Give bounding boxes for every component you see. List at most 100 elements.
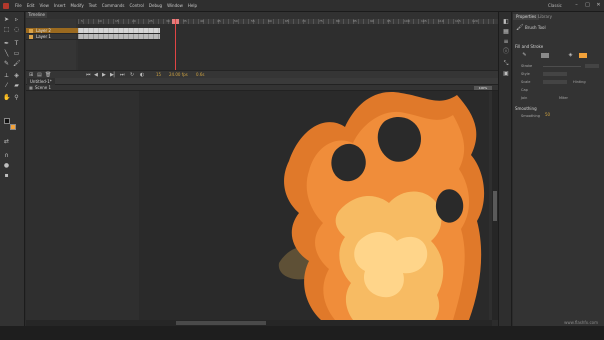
style-label: Style (521, 72, 530, 76)
workspace-switcher[interactable]: Classic (548, 3, 562, 8)
fill-stroke-section[interactable]: Fill and Stroke (515, 44, 543, 49)
playhead-line (175, 19, 176, 77)
swap-colors-icon[interactable]: ⇄ (3, 138, 10, 145)
minimize-icon[interactable]: – (574, 2, 579, 8)
stroke-color-chip[interactable] (541, 53, 549, 58)
horizontal-scrollbar-thumb[interactable] (176, 321, 266, 325)
panel-icon-strip: ◧ ▦ ≡ ⓘ ⤡ ▣ (498, 12, 512, 326)
info-panel-icon[interactable]: ⓘ (502, 48, 510, 55)
menu-modify[interactable]: Modify (70, 3, 83, 9)
menu-edit[interactable]: Edit (27, 3, 35, 9)
ruler-number: 85 (353, 19, 357, 23)
ruler-number: 65 (285, 19, 289, 23)
ruler-number: 105 (421, 19, 427, 23)
vertical-scrollbar-thumb[interactable] (493, 191, 497, 221)
paint-bucket-icon[interactable]: ◈ (13, 72, 20, 79)
lasso-icon[interactable]: ◌ (13, 26, 20, 33)
menu-commands[interactable]: Commands (102, 3, 125, 9)
pen-tool-icon[interactable]: ✒ (3, 40, 10, 47)
smoothing-label: Smoothing (521, 114, 540, 118)
transform-panel-icon[interactable]: ⤡ (502, 60, 510, 67)
timeline-panel: Timeline Layer 2 Layer 1 5 10 15 20 25 3… (26, 12, 498, 78)
ruler-number: 70 (302, 19, 306, 23)
subselection-tool-icon[interactable]: ▹ (13, 16, 20, 23)
layer-name: Layer 1 (36, 34, 51, 39)
swatches-panel-icon[interactable]: ▦ (502, 28, 510, 35)
stage-canvas[interactable] (139, 91, 489, 320)
ruler-number: 30 (166, 19, 170, 23)
menu-debug[interactable]: Debug (149, 3, 162, 9)
ruler-number: 110 (438, 19, 444, 23)
timeline-footer: ⊞ ▤ 🗑 ⏮ ◀ ▶ ▶▏ ⏭ ↻ ◐ 15 24.00 fps 0.6s (26, 70, 498, 78)
zoom-tool-icon[interactable]: ⚲ (13, 94, 20, 101)
brush-mode-icon[interactable]: ● (3, 162, 10, 169)
menu-control[interactable]: Control (129, 3, 143, 9)
properties-panel: Properties Library 🖌 Brush Tool Fill and… (513, 12, 604, 326)
layer-icon (29, 35, 33, 39)
ruler-number: 15 (115, 19, 119, 23)
ruler-number: 5 (81, 19, 83, 23)
rectangle-tool-icon[interactable]: ▭ (13, 50, 20, 57)
line-tool-icon[interactable]: ╲ (3, 50, 10, 57)
tab-library[interactable]: Library (535, 14, 555, 20)
ruler-number: 45 (217, 19, 221, 23)
fill-color-swatch[interactable] (10, 124, 16, 130)
timeline-tab[interactable]: Timeline (26, 12, 48, 18)
menu-items: File Edit View Insert Modify Text Comman… (15, 3, 197, 9)
ruler-number: 60 (268, 19, 272, 23)
frame-row-layer-1[interactable] (78, 34, 160, 40)
ruler-number: 120 (472, 19, 478, 23)
zoom-dropdown[interactable]: 100% (474, 86, 492, 90)
ruler-number: 95 (387, 19, 391, 23)
components-panel-icon[interactable]: ▣ (502, 70, 510, 77)
eraser-icon[interactable]: ▰ (13, 82, 20, 89)
ruler-number: 115 (455, 19, 461, 23)
free-transform-icon[interactable]: ⬚ (3, 26, 10, 33)
ruler-number: 80 (336, 19, 340, 23)
fill-color-chip[interactable] (579, 53, 587, 58)
align-panel-icon[interactable]: ≡ (502, 38, 510, 45)
scale-dropdown[interactable] (543, 80, 567, 84)
menu-view[interactable]: View (39, 3, 49, 9)
eyedropper-icon[interactable]: ⁄ (3, 82, 10, 89)
scale-label: Scale (521, 80, 531, 84)
brush-tool-icon[interactable]: 🖌 (13, 60, 21, 67)
stroke-slider[interactable] (543, 66, 581, 67)
ruler-number: 75 (319, 19, 323, 23)
menu-file[interactable]: File (15, 3, 22, 9)
smoothing-section[interactable]: Smoothing (515, 106, 537, 111)
status-bar (0, 326, 604, 340)
ruler-number: 35 (183, 19, 187, 23)
stroke-value[interactable] (585, 64, 599, 68)
smoothing-value[interactable]: 50 (545, 112, 550, 118)
fill-bucket-icon: ◈ (568, 52, 573, 58)
miter-label: Miter (559, 96, 568, 100)
bone-tool-icon[interactable]: ⟂ (3, 72, 10, 79)
cap-label: Cap (521, 88, 528, 92)
brush-size-icon[interactable]: ▪ (3, 172, 10, 179)
menu-window[interactable]: Window (167, 3, 183, 9)
color-panel-icon[interactable]: ◧ (502, 18, 510, 25)
watermark: www.flashfx.com (564, 320, 598, 325)
close-icon[interactable]: ✕ (596, 2, 601, 8)
hand-tool-icon[interactable]: ✋ (3, 94, 10, 101)
style-dropdown[interactable] (543, 72, 567, 76)
text-tool-icon[interactable]: T (13, 40, 20, 47)
maximize-icon[interactable]: □ (585, 2, 590, 8)
stroke-pencil-icon: ✎ (522, 52, 527, 58)
layer-row[interactable]: Layer 1 (26, 34, 78, 40)
menu-insert[interactable]: Insert (54, 3, 65, 9)
ruler-number: 100 (404, 19, 410, 23)
tools-panel: ➤ ▹ ⬚ ◌ ✒ T ╲ ▭ ✎ 🖌 ⟂ ◈ ⁄ ▰ ✋ ⚲ ⇄ ∩ ● ▪ (0, 12, 25, 326)
ruler-number: 25 (149, 19, 153, 23)
menu-text[interactable]: Text (89, 3, 97, 9)
menu-help[interactable]: Help (188, 3, 197, 9)
flame-hole (435, 189, 464, 223)
snap-magnet-icon[interactable]: ∩ (3, 152, 10, 159)
selection-tool-icon[interactable]: ➤ (3, 16, 10, 23)
pencil-tool-icon[interactable]: ✎ (3, 60, 10, 67)
document-tab[interactable]: Untitled-1* (27, 78, 55, 85)
ruler-number: 10 (98, 19, 102, 23)
pasteboard[interactable] (26, 91, 492, 320)
menu-bar: File Edit View Insert Modify Text Comman… (0, 0, 604, 12)
